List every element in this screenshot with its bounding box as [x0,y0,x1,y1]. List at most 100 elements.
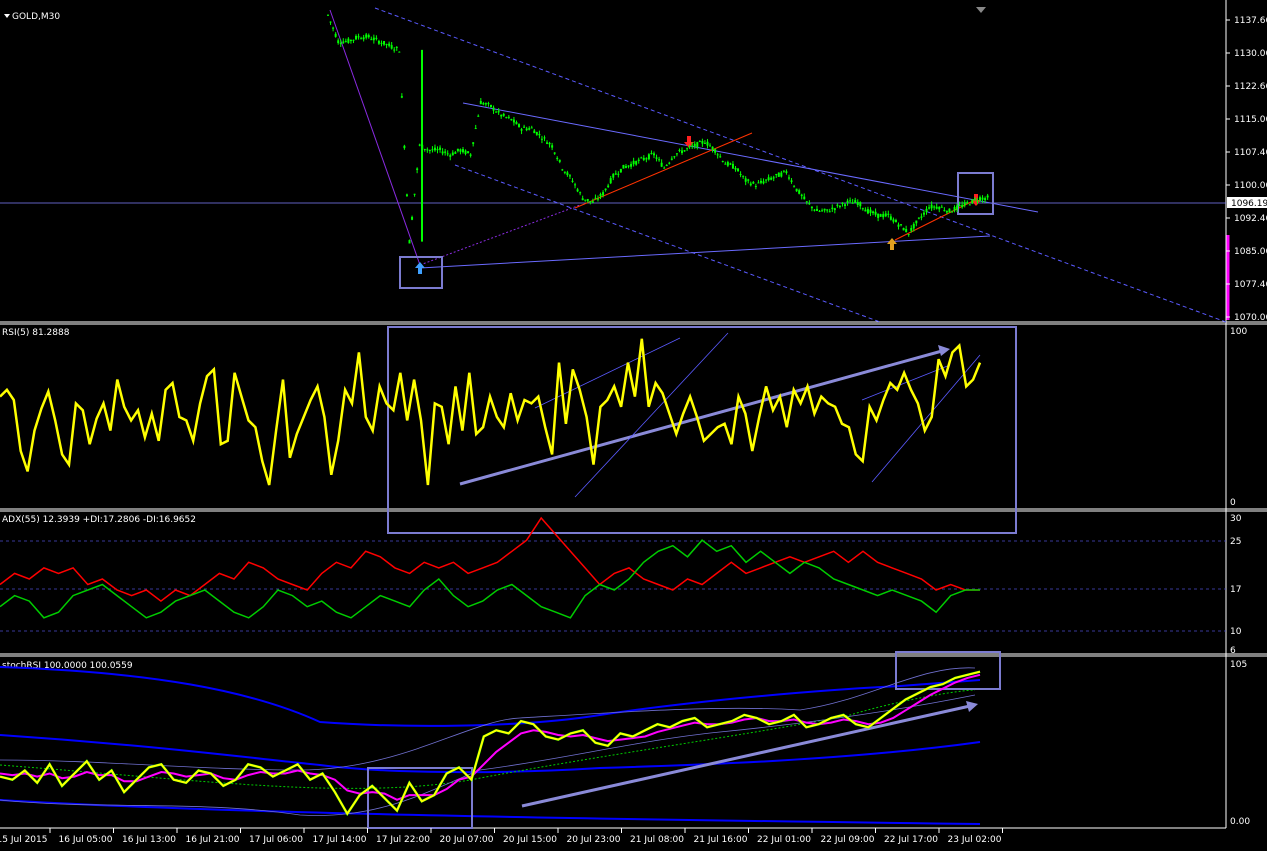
candle-body [693,143,696,147]
trading-chart[interactable]: GOLD,M30 1137.66 1130.06 1122.66 1115.06 110… [0,0,1267,851]
candle-body [474,128,477,130]
time-tick-label: 15 Jul 2015 [0,835,47,845]
adx-label: ADX(55) 12.3939 +DI:17.2806 -DI:16.9652 [2,515,196,525]
candle-body [754,186,757,188]
candle-body [780,172,783,177]
candle-body [663,167,666,169]
candle-body [849,200,852,202]
candle-body [596,198,599,200]
candle-body [454,152,457,154]
candle-body [650,153,653,155]
candle-body [961,204,964,208]
candle-body [502,113,505,116]
candle-body [624,166,627,168]
candle-body [609,178,612,184]
candle-body [864,209,867,212]
candle-body [930,204,933,209]
candle-body [882,214,885,218]
candle-body [744,178,747,182]
candle-body [810,206,813,209]
candle-body [943,210,946,212]
candle-body [900,224,903,226]
candle-body [808,203,811,205]
current-price-tag: 1096.19 [1227,197,1267,209]
current-price-text: 1096.19 [1231,199,1267,209]
candle-body [681,150,684,154]
stoch-y-tick-0: 0.00 [1230,817,1250,827]
candle-body [660,162,663,167]
candle-body [910,228,913,231]
candle-body [854,200,857,203]
candle-body [439,147,442,150]
candle-body [816,208,818,212]
candle-body [889,216,892,220]
price-y-tick: 1107.46 [1234,148,1267,158]
candle-body [627,165,630,167]
price-y-tick: 1085.06 [1234,247,1267,257]
price-y-tick: 1137.66 [1234,16,1267,26]
candle-body [742,175,745,177]
candle-body [405,194,408,196]
adx-y-tick-6: 6 [1230,646,1236,656]
candle-body [561,169,564,171]
candle-body [546,142,549,144]
candle-body [416,168,419,170]
candle-body [535,132,538,135]
symbol-label: GOLD,M30 [12,12,60,22]
price-y-tick: 1077.46 [1234,280,1267,290]
candle-body [647,154,650,160]
candle-body [495,111,498,113]
candle-body [571,180,574,182]
candle-body [388,43,391,46]
candle-body [833,208,836,211]
candle-body [446,153,449,155]
candle-body [538,133,541,136]
candle-body [945,210,948,213]
time-tick-label: 17 Jul 22:00 [376,835,430,845]
candle-body [576,189,579,192]
candle-body [968,204,971,206]
candle-body [958,205,961,207]
price-y-tick: 1122.66 [1234,82,1267,92]
candle-body [436,149,439,151]
candle-body [426,149,429,151]
time-tick-label: 22 Jul 17:00 [884,835,938,845]
candle-body [635,161,638,165]
candle-body [729,163,732,165]
candle-body [670,158,673,160]
candle-body [540,138,543,140]
time-tick-label: 23 Jul 02:00 [948,835,1002,845]
candle-body [632,160,635,165]
candle-body [892,219,895,222]
candle-body [798,190,801,194]
candle-body [787,177,790,179]
candle-body [655,157,658,159]
candle-body [584,199,587,201]
price-pane-header: GOLD,M30 [4,12,60,22]
candle-body [530,127,533,129]
candle-body [905,229,908,233]
candle-body [925,208,928,213]
candle-body [869,209,872,213]
candle-body [528,128,531,130]
candle-body [762,181,765,184]
candle-body [469,154,472,156]
candle-body [749,183,752,186]
candle-body [586,199,589,202]
candle-body [716,154,719,156]
candle-body [332,27,335,29]
candle-body [477,115,480,117]
candle-body [979,197,981,201]
candle-body [902,228,905,231]
candle-body [724,163,727,165]
candle-body [355,35,358,40]
candle-body [653,153,655,156]
candle-body [851,202,854,204]
candle-body [836,204,839,206]
candle-body [818,210,821,212]
candle-body [920,216,923,218]
candle-body [719,156,722,158]
candle-body [737,168,740,172]
candle-body [734,167,737,170]
candle-body [449,155,452,157]
